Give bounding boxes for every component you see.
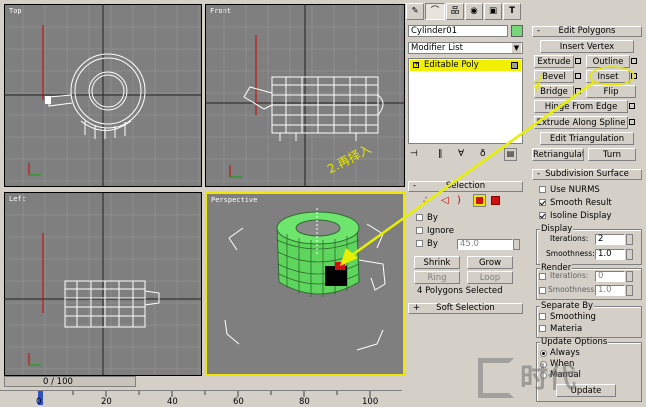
watermark-logo: 时代 [478, 356, 644, 404]
watermark-mark-icon [478, 358, 514, 398]
watermark-text: 时代 [520, 361, 577, 394]
tutorial-arrow-overlay [340, 66, 635, 266]
annotation-step-1: 1. [533, 80, 542, 90]
